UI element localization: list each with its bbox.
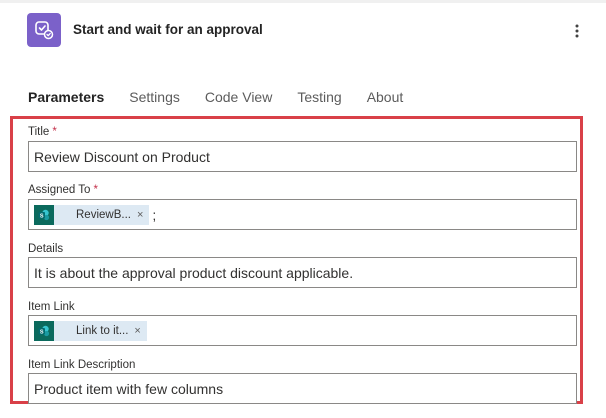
tab-parameters[interactable]: Parameters [28, 89, 104, 109]
item-link-description-field[interactable]: Product item with few columns [28, 373, 577, 404]
required-marker: * [52, 126, 57, 138]
item-link-token[interactable]: S Link to it... × [34, 320, 147, 341]
item-link-description-value: Product item with few columns [34, 380, 224, 397]
required-marker: * [93, 184, 98, 196]
svg-text:S: S [40, 329, 44, 335]
tab-testing[interactable]: Testing [297, 89, 341, 109]
assigned-to-label: Assigned To * [28, 184, 98, 196]
remove-token-button[interactable]: × [134, 325, 146, 337]
approval-icon [27, 13, 61, 47]
title-value: Review Discount on Product [34, 148, 210, 165]
assigned-to-label-text: Assigned To [28, 184, 91, 196]
details-field[interactable]: It is about the approval product discoun… [28, 257, 577, 288]
approval-action-card: Start and wait for an approval Parameter… [0, 0, 606, 418]
assigned-to-field[interactable]: S ReviewB... × ; [28, 199, 577, 230]
title-label-text: Title [28, 126, 50, 138]
title-field[interactable]: Review Discount on Product [28, 141, 577, 172]
remove-token-button[interactable]: × [137, 209, 149, 221]
tab-bar: Parameters Settings Code View Testing Ab… [28, 89, 428, 109]
item-link-token-label: Link to it... [76, 324, 129, 337]
assigned-to-token-label: ReviewB... [76, 208, 131, 221]
token-separator: ; [152, 206, 157, 223]
action-header: Start and wait for an approval [0, 0, 606, 62]
action-title: Start and wait for an approval [73, 22, 263, 37]
tab-code-view[interactable]: Code View [205, 89, 272, 109]
item-link-field[interactable]: S Link to it... × [28, 315, 577, 346]
assigned-to-token[interactable]: S ReviewB... × [34, 204, 150, 225]
item-link-label: Item Link [28, 301, 75, 313]
sharepoint-icon: S [34, 320, 54, 341]
sharepoint-icon: S [34, 204, 54, 225]
svg-text:S: S [40, 213, 44, 219]
item-link-description-label: Item Link Description [28, 359, 136, 371]
more-options-button[interactable] [566, 20, 588, 42]
details-label: Details [28, 243, 64, 255]
title-label: Title * [28, 126, 57, 138]
tab-about[interactable]: About [367, 89, 404, 109]
details-value: It is about the approval product discoun… [34, 264, 354, 281]
more-vertical-icon [575, 24, 579, 38]
tab-settings[interactable]: Settings [129, 89, 180, 109]
